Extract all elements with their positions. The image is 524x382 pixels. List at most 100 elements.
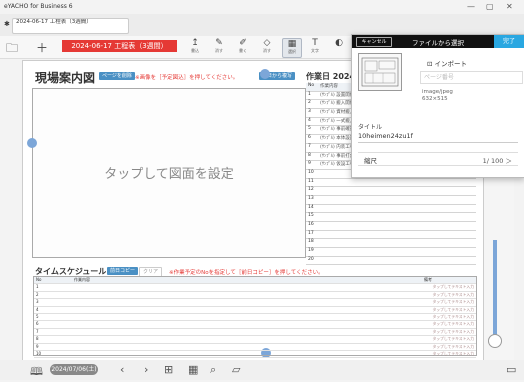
pin-icon[interactable]: ✱ xyxy=(4,20,10,28)
tool-shape-erase[interactable]: ◇ 消す xyxy=(258,38,276,56)
pen-icon: ✐ xyxy=(239,38,247,48)
row-number: 5 xyxy=(308,126,311,132)
schedule-note: ※作業予定のNoを指定して［前日コピー］を押してください。 xyxy=(169,270,324,276)
table-row[interactable]: 13 xyxy=(306,196,476,205)
schedule-copy-button[interactable]: 前日コピー xyxy=(107,267,139,275)
schedule-row-note[interactable]: タップしてテキスト入力 xyxy=(432,292,474,298)
tool-label: 書く xyxy=(239,48,247,53)
add-page-icon[interactable]: ⊞ xyxy=(164,363,173,376)
search-page-icon[interactable]: ⌕ xyxy=(210,363,216,377)
zoom-slider-knob[interactable] xyxy=(488,334,502,348)
page-number-field[interactable]: ページ番号 xyxy=(420,71,523,84)
book-icon[interactable]: 🕮 xyxy=(30,363,43,382)
table-row[interactable]: 15 xyxy=(306,213,476,222)
done-button[interactable]: 完了 xyxy=(494,35,524,48)
schedule-row[interactable]: 4 タップしてテキスト入力 xyxy=(34,307,476,314)
minimize-button[interactable]: — xyxy=(467,2,475,11)
scale-row[interactable]: 縮尺 1/ 100 ＞ xyxy=(358,152,518,166)
right-panel xyxy=(484,170,514,360)
drawing-area[interactable]: タップして図面を設定 xyxy=(32,88,306,258)
schedule-row[interactable]: 9 タップしてテキスト入力 xyxy=(34,344,476,351)
tool-select[interactable]: ▦ 選択 xyxy=(282,38,302,58)
tool-label: 消す xyxy=(263,48,271,53)
schedule-row-note[interactable]: タップしてテキスト入力 xyxy=(432,351,474,357)
file-info: image/jpeg 632×515 xyxy=(422,89,453,103)
eraser-icon[interactable]: ▱ xyxy=(232,363,240,376)
table-row[interactable]: 14 xyxy=(306,205,476,214)
schedule-row[interactable]: 10 タップしてテキスト入力 xyxy=(34,350,476,359)
schedule-row[interactable]: 5 タップしてテキスト入力 xyxy=(34,313,476,322)
diamond-icon: ◇ xyxy=(263,38,271,48)
table-row[interactable]: 17 xyxy=(306,231,476,240)
zoom-slider[interactable] xyxy=(493,240,497,340)
row-text: (ｻﾝﾌﾟﾙ) 事前確認 xyxy=(320,127,355,133)
title-input[interactable]: 10heimen24zu1f xyxy=(358,132,518,143)
popup-title: ファイルから選択 xyxy=(412,39,464,47)
grid-view-icon[interactable]: ▦ xyxy=(188,363,198,376)
add-icon[interactable]: ＋ xyxy=(36,39,48,56)
schedule-row-note[interactable]: タップしてテキスト入力 xyxy=(432,321,474,327)
row-text: (ｻﾝﾌﾟﾙ) 資材搬入 xyxy=(320,110,355,116)
schedule-row-number: 7 xyxy=(36,328,39,334)
row-number: 6 xyxy=(308,135,311,141)
next-page-icon[interactable]: › xyxy=(144,363,148,376)
close-button[interactable]: ✕ xyxy=(506,2,513,11)
row-number: No xyxy=(308,83,315,88)
folder-icon[interactable]: 🗀 xyxy=(6,39,18,60)
document-tab[interactable]: 2024-06-17 工程表（3週間） xyxy=(12,18,129,34)
schedule-row-number: 8 xyxy=(36,336,39,342)
row-text: (ｻﾝﾌﾟﾙ) 仮設工事 xyxy=(320,162,355,168)
tool-text[interactable]: T 文字 xyxy=(306,38,324,56)
tool-other[interactable]: ◐ xyxy=(330,38,348,56)
schedule-row-note[interactable]: タップしてテキスト入力 xyxy=(432,284,474,290)
schedule-row-note[interactable]: タップしてテキスト入力 xyxy=(432,344,474,350)
schedule-row[interactable]: 7 タップしてテキスト入力 xyxy=(34,328,476,337)
row-number: 17 xyxy=(308,230,314,236)
tool-erase[interactable]: ✎ 消す xyxy=(210,38,228,56)
status-date[interactable]: 2024/07/06(土) xyxy=(50,364,98,375)
table-row[interactable]: 16 xyxy=(306,222,476,231)
tool-pen[interactable]: ✐ 書く xyxy=(234,38,252,56)
table-row[interactable]: 19 xyxy=(306,248,476,257)
tab-bar: ✱ 2024-06-17 工程表（3週間） xyxy=(0,14,524,36)
row-number: 4 xyxy=(308,117,311,123)
schedule-row-note[interactable]: タップしてテキスト入力 xyxy=(432,336,474,342)
schedule-grid: No 作業内容 備考 1 タップしてテキスト入力 2 タップしてテキスト入力 3 タップし… xyxy=(33,276,477,359)
table-row[interactable]: 12 xyxy=(306,187,476,196)
schedule-rows: 1 タップしてテキスト入力 2 タップしてテキスト入力 3 タップしてテキスト入力 4 タップ… xyxy=(34,284,476,359)
table-row[interactable]: 20 xyxy=(306,257,476,266)
schedule-row-note[interactable]: タップしてテキスト入力 xyxy=(432,299,474,305)
row-number: 19 xyxy=(308,248,314,254)
cancel-button[interactable]: キャンセル xyxy=(356,37,392,47)
schedule-row-note[interactable]: タップしてテキスト入力 xyxy=(432,329,474,335)
resize-handle-left[interactable] xyxy=(27,138,37,148)
window-icon[interactable]: ▭ xyxy=(506,363,516,376)
schedule-row[interactable]: 3 タップしてテキスト入力 xyxy=(34,299,476,307)
schedule-row-number: 10 xyxy=(36,350,42,356)
schedule-row-note[interactable]: タップしてテキスト入力 xyxy=(432,314,474,320)
tool-label: 選択 xyxy=(288,49,296,54)
tool-label: 消す xyxy=(215,48,223,53)
schedule-row-number: 5 xyxy=(36,313,39,319)
document-date-label[interactable]: 2024-06-17 工程表（3週間） xyxy=(62,40,177,52)
schedule-row-note[interactable]: タップしてテキスト入力 xyxy=(432,307,474,313)
row-number: 12 xyxy=(308,187,314,193)
file-mime: image/jpeg xyxy=(422,89,453,95)
prev-page-icon[interactable]: ‹ xyxy=(120,363,124,376)
import-button[interactable]: ⊡ インポート xyxy=(427,58,467,68)
schedule-row[interactable]: 2 タップしてテキスト入力 xyxy=(34,292,476,300)
table-row[interactable]: 11 xyxy=(306,179,476,188)
import-icon: ↥ xyxy=(191,38,199,48)
schedule-row[interactable]: 8 タップしてテキスト入力 xyxy=(34,336,476,344)
restore-button[interactable]: ▢ xyxy=(486,2,494,11)
schedule-row[interactable]: 6 タップしてテキスト入力 xyxy=(34,321,476,329)
page-delete-button[interactable]: ページを削除 xyxy=(99,72,135,80)
resize-handle-top[interactable] xyxy=(260,69,270,79)
tool-import[interactable]: ↥ 書込 xyxy=(186,38,204,56)
table-row[interactable]: 18 xyxy=(306,239,476,249)
row-text: (ｻﾝﾌﾟﾙ) 一式搬入 xyxy=(320,118,355,124)
row-text: (ｻﾝﾌﾟﾙ) 搬入開始 xyxy=(320,101,355,107)
row-number: 11 xyxy=(308,178,314,184)
row-text: (ｻﾝﾌﾟﾙ) 内装工事 xyxy=(320,144,355,150)
schedule-row[interactable]: 1 タップしてテキスト入力 xyxy=(34,284,476,292)
